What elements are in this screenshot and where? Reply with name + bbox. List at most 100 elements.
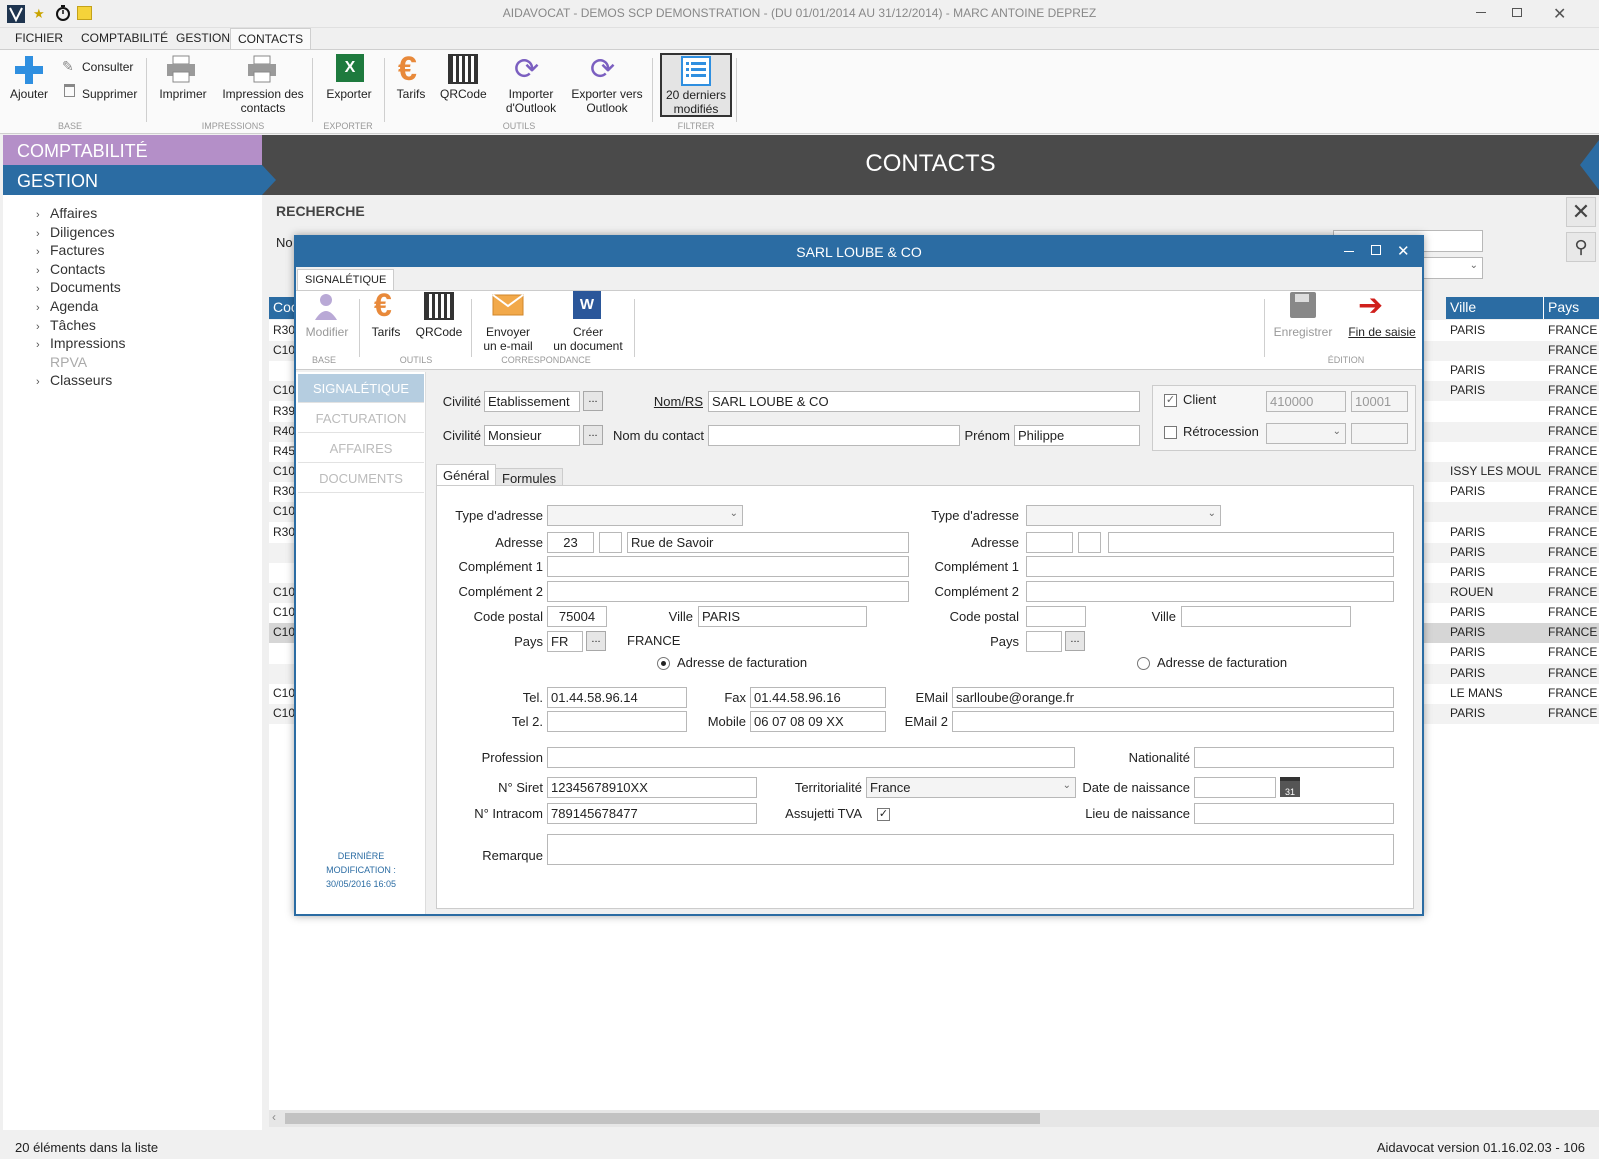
enregistrer-button[interactable]: Enregistrer (1268, 325, 1338, 339)
civilite2-field[interactable]: Monsieur (484, 425, 580, 446)
menu-comptabilite[interactable]: COMPTABILITÉ (81, 31, 168, 45)
qrcode-button[interactable]: QRCode (414, 325, 464, 339)
printer-contacts-icon (247, 55, 277, 86)
assujetti-checkbox[interactable]: ✓ (877, 808, 890, 821)
pays-picker-button[interactable]: ... (586, 631, 606, 651)
nav-signaletique[interactable]: SIGNALÉTIQUE (298, 374, 424, 403)
dialog-close-icon[interactable]: ✕ (1397, 242, 1410, 260)
sidebar-item-affaires[interactable]: › Affaires (36, 205, 125, 224)
civilite2-picker-button[interactable]: ... (583, 425, 603, 445)
sidebar-gestion[interactable]: GESTION (3, 165, 262, 195)
adresse2-rue-field[interactable] (1108, 532, 1394, 553)
complement1b-field[interactable] (1026, 556, 1394, 577)
creer-document-button[interactable]: Créer un document (546, 325, 630, 353)
search-button[interactable]: ⚲ (1566, 232, 1596, 262)
siret-field[interactable]: 12345678910XX (547, 777, 757, 798)
code-postal2-field[interactable] (1026, 606, 1086, 627)
exporter-button[interactable]: Exporter (320, 87, 378, 101)
col-header-pays[interactable]: Pays (1544, 297, 1599, 319)
type-adresse2-combo[interactable]: ⌄ (1026, 505, 1221, 526)
pays2-picker-button[interactable]: ... (1065, 631, 1085, 651)
imprimer-button[interactable]: Imprimer (155, 87, 211, 101)
type-adresse-combo[interactable]: ⌄ (547, 505, 743, 526)
close-window-icon[interactable]: ✕ (1553, 4, 1566, 24)
prenom-field[interactable]: Philippe (1014, 425, 1140, 446)
fax-field[interactable]: 01.44.58.96.16 (750, 687, 886, 708)
civilite-picker-button[interactable]: ... (583, 391, 603, 411)
lieu-naissance-field[interactable] (1194, 803, 1394, 824)
tarifs-button[interactable]: Tarifs (392, 87, 430, 101)
profession-field[interactable] (547, 747, 1075, 768)
tel2-field[interactable] (547, 711, 687, 732)
sidebar-item-classeurs[interactable]: › Classeurs (36, 372, 125, 391)
exporter-outlook-button[interactable]: Exporter vers Outlook (568, 87, 646, 115)
scroll-left-icon[interactable]: ‹ (272, 1110, 276, 1124)
col-header-code[interactable]: Coc (269, 297, 298, 319)
dialog-minimize-icon[interactable] (1344, 251, 1354, 252)
impression-contacts-button[interactable]: Impression des contacts (220, 87, 306, 115)
ajouter-button[interactable]: Ajouter (6, 87, 52, 101)
menu-contacts[interactable]: CONTACTS (230, 28, 312, 50)
fin-de-saisie-button[interactable]: Fin de saisie (1344, 325, 1420, 339)
restore-icon[interactable] (1512, 8, 1522, 17)
importer-outlook-button[interactable]: Importer d'Outlook (496, 87, 566, 115)
adresse-rue-field[interactable]: Rue de Savoir (627, 532, 909, 553)
territorialite-combo[interactable]: France ⌄ (866, 777, 1076, 798)
tab-general[interactable]: Général (436, 464, 497, 486)
code-postal-field[interactable]: 75004 (547, 606, 607, 627)
ville2-field[interactable] (1181, 606, 1351, 627)
nav-documents[interactable]: DOCUMENTS (298, 464, 424, 493)
group-impressions-label: IMPRESSIONS (201, 121, 265, 131)
dialog-maximize-icon[interactable] (1371, 245, 1381, 255)
tel-field[interactable]: 01.44.58.96.14 (547, 687, 687, 708)
scrollbar-thumb[interactable] (285, 1113, 1040, 1124)
nationalite-field[interactable] (1194, 747, 1394, 768)
complement1-field[interactable] (547, 556, 909, 577)
sidebar-item-diligences[interactable]: › Diligences (36, 224, 125, 243)
sidebar-item-documents[interactable]: › Documents (36, 279, 125, 298)
qrcode-button[interactable]: QRCode (440, 87, 487, 101)
nomrs-label: Nom/RS (653, 394, 703, 409)
calendar-icon[interactable]: 31 (1280, 777, 1300, 797)
adresse-facturation-radio-left[interactable] (657, 657, 670, 670)
menu-fichier[interactable]: FICHIER (15, 31, 63, 45)
close-search-button[interactable]: ✕ (1566, 197, 1596, 227)
sidebar-item-agenda[interactable]: › Agenda (36, 298, 125, 317)
tarifs-button[interactable]: Tarifs (366, 325, 406, 339)
envoyer-email-button[interactable]: Envoyer un e-mail (476, 325, 540, 353)
adresse2-num-field[interactable] (1026, 532, 1073, 553)
date-naissance-field[interactable] (1194, 777, 1276, 798)
sidebar-item-taches[interactable]: › Tâches (36, 317, 125, 336)
mobile-field[interactable]: 06 07 08 09 XX (750, 711, 886, 732)
complement2-field[interactable] (547, 581, 909, 602)
complement2b-field[interactable] (1026, 581, 1394, 602)
nav-affaires[interactable]: AFFAIRES (298, 434, 424, 463)
pays2-code-field[interactable] (1026, 631, 1062, 652)
client-checkbox[interactable]: ✓ (1164, 394, 1177, 407)
ville-field[interactable]: PARIS (698, 606, 867, 627)
adresse-facturation-radio-right[interactable] (1137, 657, 1150, 670)
adresse2-suffix-field[interactable] (1078, 532, 1101, 553)
nomrs-field[interactable]: SARL LOUBE & CO (708, 391, 1140, 412)
adresse-num-field[interactable]: 23 (547, 532, 594, 553)
minimize-icon[interactable] (1476, 12, 1486, 13)
supprimer-button[interactable]: Supprimer (82, 87, 137, 101)
sidebar-item-impressions[interactable]: › Impressions (36, 335, 125, 354)
sidebar-comptabilite[interactable]: COMPTABILITÉ (3, 135, 262, 165)
retrocession-checkbox[interactable] (1164, 426, 1177, 439)
nom-contact-field[interactable] (708, 425, 960, 446)
intracom-field[interactable]: 789145678477 (547, 803, 757, 824)
consulter-button[interactable]: Consulter (82, 60, 133, 74)
modifier-button[interactable]: Modifier (302, 325, 352, 339)
remarque-field[interactable] (547, 834, 1394, 865)
pays-code-field[interactable]: FR (547, 631, 583, 652)
email-field[interactable]: sarlloube@orange.fr (952, 687, 1394, 708)
sidebar-item-factures[interactable]: › Factures (36, 242, 125, 261)
civilite-field[interactable]: Etablissement (484, 391, 580, 412)
adresse-suffix-field[interactable] (599, 532, 622, 553)
menu-gestion[interactable]: GESTION (176, 31, 230, 45)
email2-field[interactable] (952, 711, 1394, 732)
nav-facturation[interactable]: FACTURATION (298, 404, 424, 433)
col-header-ville[interactable]: Ville (1446, 297, 1544, 319)
sidebar-item-contacts[interactable]: › Contacts (36, 261, 125, 280)
